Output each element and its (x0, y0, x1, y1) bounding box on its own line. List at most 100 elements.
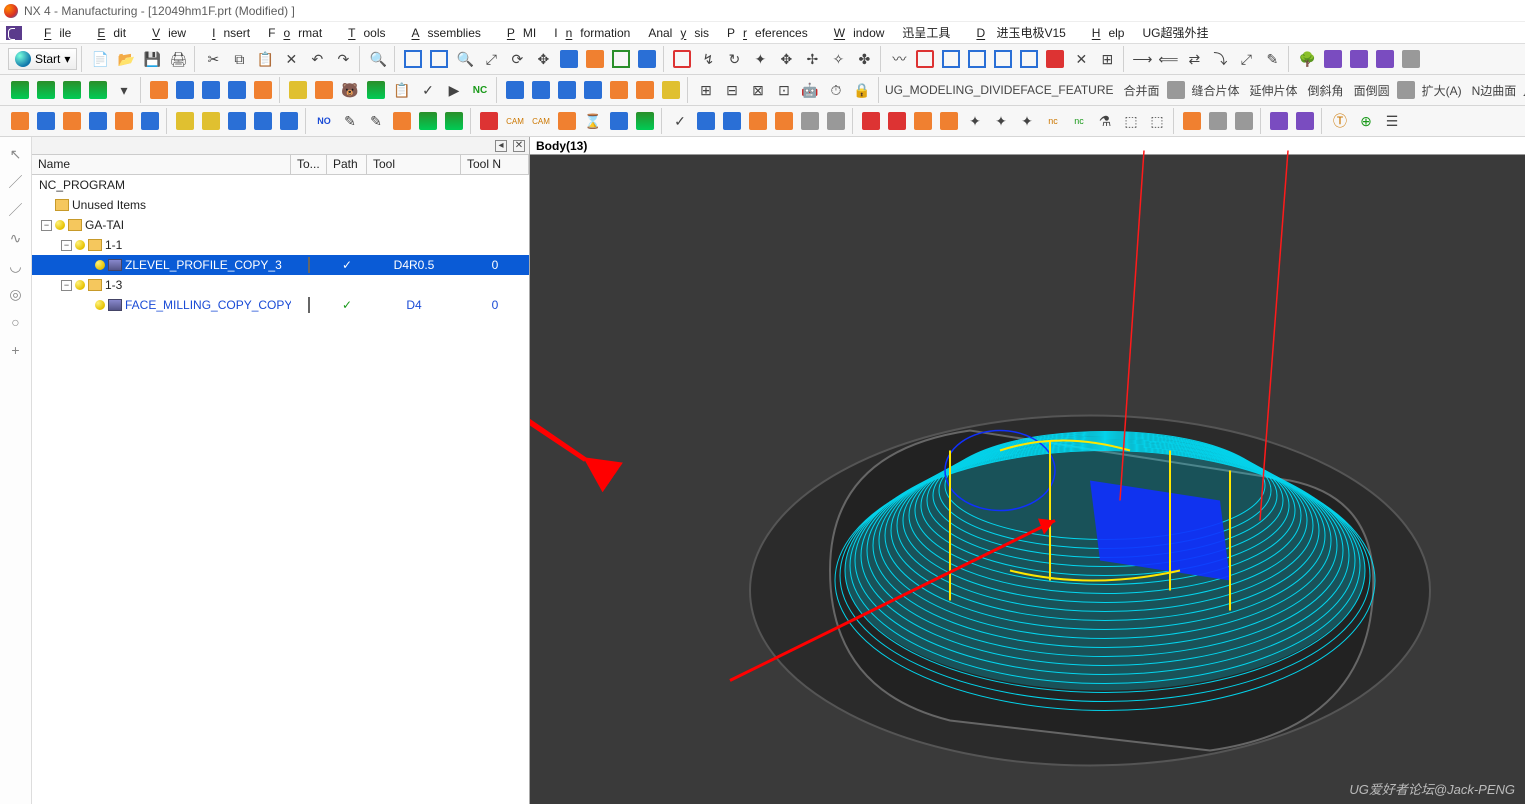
tree-op-zlevel[interactable]: ZLEVEL_PROFILE_COPY_3 ✓ D4R0.5 0 (32, 255, 529, 275)
t3-b5[interactable] (277, 109, 301, 133)
zoom-in-out-button[interactable]: ⤢ (479, 47, 503, 71)
tree-group-gatai[interactable]: −GA-TAI (32, 215, 529, 235)
rotate-button[interactable]: ⟳ (505, 47, 529, 71)
filter4-button[interactable] (1399, 47, 1423, 71)
t3-a3[interactable] (60, 109, 84, 133)
t3-b1[interactable] (173, 109, 197, 133)
enlarge-btn[interactable] (1396, 78, 1416, 102)
delete-button[interactable]: ✕ (279, 47, 303, 71)
t3-e2[interactable] (694, 109, 718, 133)
t3-cam1[interactable]: CAM (503, 109, 527, 133)
wcs-display-button[interactable]: ✧ (826, 47, 850, 71)
t3-b4[interactable] (251, 109, 275, 133)
side-tool-point[interactable]: + (5, 339, 27, 361)
cam-spread-button[interactable] (364, 78, 388, 102)
t3-c1[interactable]: NO (312, 109, 336, 133)
wcs-save-button[interactable]: ✢ (800, 47, 824, 71)
t3-f9[interactable]: nc (1067, 109, 1091, 133)
t3-c5[interactable] (416, 109, 440, 133)
t3-c6[interactable] (442, 109, 466, 133)
zoom-area-button[interactable] (427, 47, 451, 71)
sel-feat-button[interactable] (965, 47, 989, 71)
sheet-btn[interactable] (1166, 78, 1186, 102)
cam-dd-button[interactable]: ▾ (112, 78, 136, 102)
t3-e6[interactable] (798, 109, 822, 133)
t3-f2[interactable] (885, 109, 909, 133)
cam-bear-button[interactable]: 🐻 (338, 78, 362, 102)
t3-c3[interactable]: ✎ (364, 109, 388, 133)
side-tool-circle[interactable]: ○ (5, 311, 27, 333)
sel-pattern-button[interactable]: ⊞ (1095, 47, 1119, 71)
menu-insert[interactable]: Insert (196, 24, 258, 42)
col-path-header[interactable]: Path (327, 155, 367, 174)
tree-op-facemill[interactable]: FACE_MILLING_COPY_COPY ✓ D4 0 (32, 295, 529, 315)
view-top-button[interactable] (503, 78, 527, 102)
t3-g1[interactable] (1180, 109, 1204, 133)
t3-f5[interactable]: ✦ (963, 109, 987, 133)
trans-misc-button[interactable]: ✎ (1260, 47, 1284, 71)
t3-f3[interactable] (911, 109, 935, 133)
t3-d3[interactable]: ⌛ (581, 109, 605, 133)
filter1-button[interactable] (1321, 47, 1345, 71)
wcs-misc-button[interactable]: ✤ (852, 47, 876, 71)
open-button[interactable]: 📂 (114, 47, 138, 71)
menu-information[interactable]: Information (546, 24, 638, 42)
menu-view[interactable]: View (136, 24, 194, 42)
cam-05-button[interactable] (8, 78, 32, 102)
chamfer-label[interactable]: 倒斜角 (1304, 82, 1348, 99)
perspective-button[interactable] (557, 47, 581, 71)
menu-xuncheng[interactable]: 迅呈工具 (894, 22, 958, 43)
t3-a4[interactable] (86, 109, 110, 133)
sel-body-button[interactable] (939, 47, 963, 71)
paste-button[interactable]: 📋 (253, 47, 277, 71)
enlarge-label[interactable]: 扩大(A) (1418, 82, 1466, 99)
cam-create-prog-button[interactable] (147, 78, 171, 102)
col-name-header[interactable]: Name (32, 155, 291, 174)
zoom-button[interactable]: 🔍 (453, 47, 477, 71)
nside-label[interactable]: N边曲面 (1468, 82, 1521, 99)
t3-c2[interactable]: ✎ (338, 109, 362, 133)
cam-create-method-button[interactable] (225, 78, 249, 102)
faceblend-label[interactable]: 面倒圆 (1350, 82, 1394, 99)
nav-close-button[interactable]: ✕ (513, 140, 525, 152)
shaded-button[interactable] (583, 47, 607, 71)
extend-label[interactable]: 延伸片体 (1246, 82, 1302, 99)
tree-unused[interactable]: Unused Items (32, 195, 529, 215)
menu-window[interactable]: Window (818, 24, 893, 42)
mergeface-label[interactable]: 合并面 (1120, 82, 1164, 99)
sel-solid-button[interactable] (1017, 47, 1041, 71)
new-button[interactable]: 📄 (88, 47, 112, 71)
lock-button[interactable]: 🔒 (850, 78, 874, 102)
cam-create-tool-button[interactable] (173, 78, 197, 102)
t3-i1[interactable]: Ⓣ (1328, 109, 1352, 133)
t3-b2[interactable] (199, 109, 223, 133)
t3-e4[interactable] (746, 109, 770, 133)
menu-help[interactable]: Help (1076, 24, 1133, 42)
t3-g3[interactable] (1232, 109, 1256, 133)
t3-f1[interactable] (859, 109, 883, 133)
t3-g2[interactable] (1206, 109, 1230, 133)
grid2-button[interactable]: ⊟ (720, 78, 744, 102)
t3-a6[interactable] (138, 109, 162, 133)
side-tool-select[interactable]: ↖ (5, 143, 27, 165)
wireframe-button[interactable] (609, 47, 633, 71)
t3-d4[interactable] (607, 109, 631, 133)
wcs-dynamic-button[interactable]: ✥ (774, 47, 798, 71)
trans-mirror-button[interactable]: ⇄ (1182, 47, 1206, 71)
menu-tools[interactable]: Tools (332, 24, 393, 42)
side-tool-line1[interactable]: ／ (5, 171, 27, 193)
cam-create-op-button[interactable] (251, 78, 275, 102)
tree-button[interactable]: 🌳 (1295, 47, 1319, 71)
menu-jinyu[interactable]: D 进玉电极V15 (960, 22, 1073, 43)
wcs-orient-button[interactable]: ↯ (696, 47, 720, 71)
t3-f8[interactable]: nc (1041, 109, 1065, 133)
trans-copy-button[interactable]: ⟸ (1156, 47, 1180, 71)
shaded-edges-button[interactable] (635, 47, 659, 71)
print-button[interactable]: 🖨 (166, 47, 190, 71)
t3-e7[interactable] (824, 109, 848, 133)
viewport[interactable]: Body(13) (530, 137, 1525, 804)
start-button[interactable]: Start ▾ (8, 48, 77, 70)
t3-e1[interactable]: ✓ (668, 109, 692, 133)
timer-button[interactable]: ⏱ (824, 78, 848, 102)
undo-button[interactable]: ↶ (305, 47, 329, 71)
